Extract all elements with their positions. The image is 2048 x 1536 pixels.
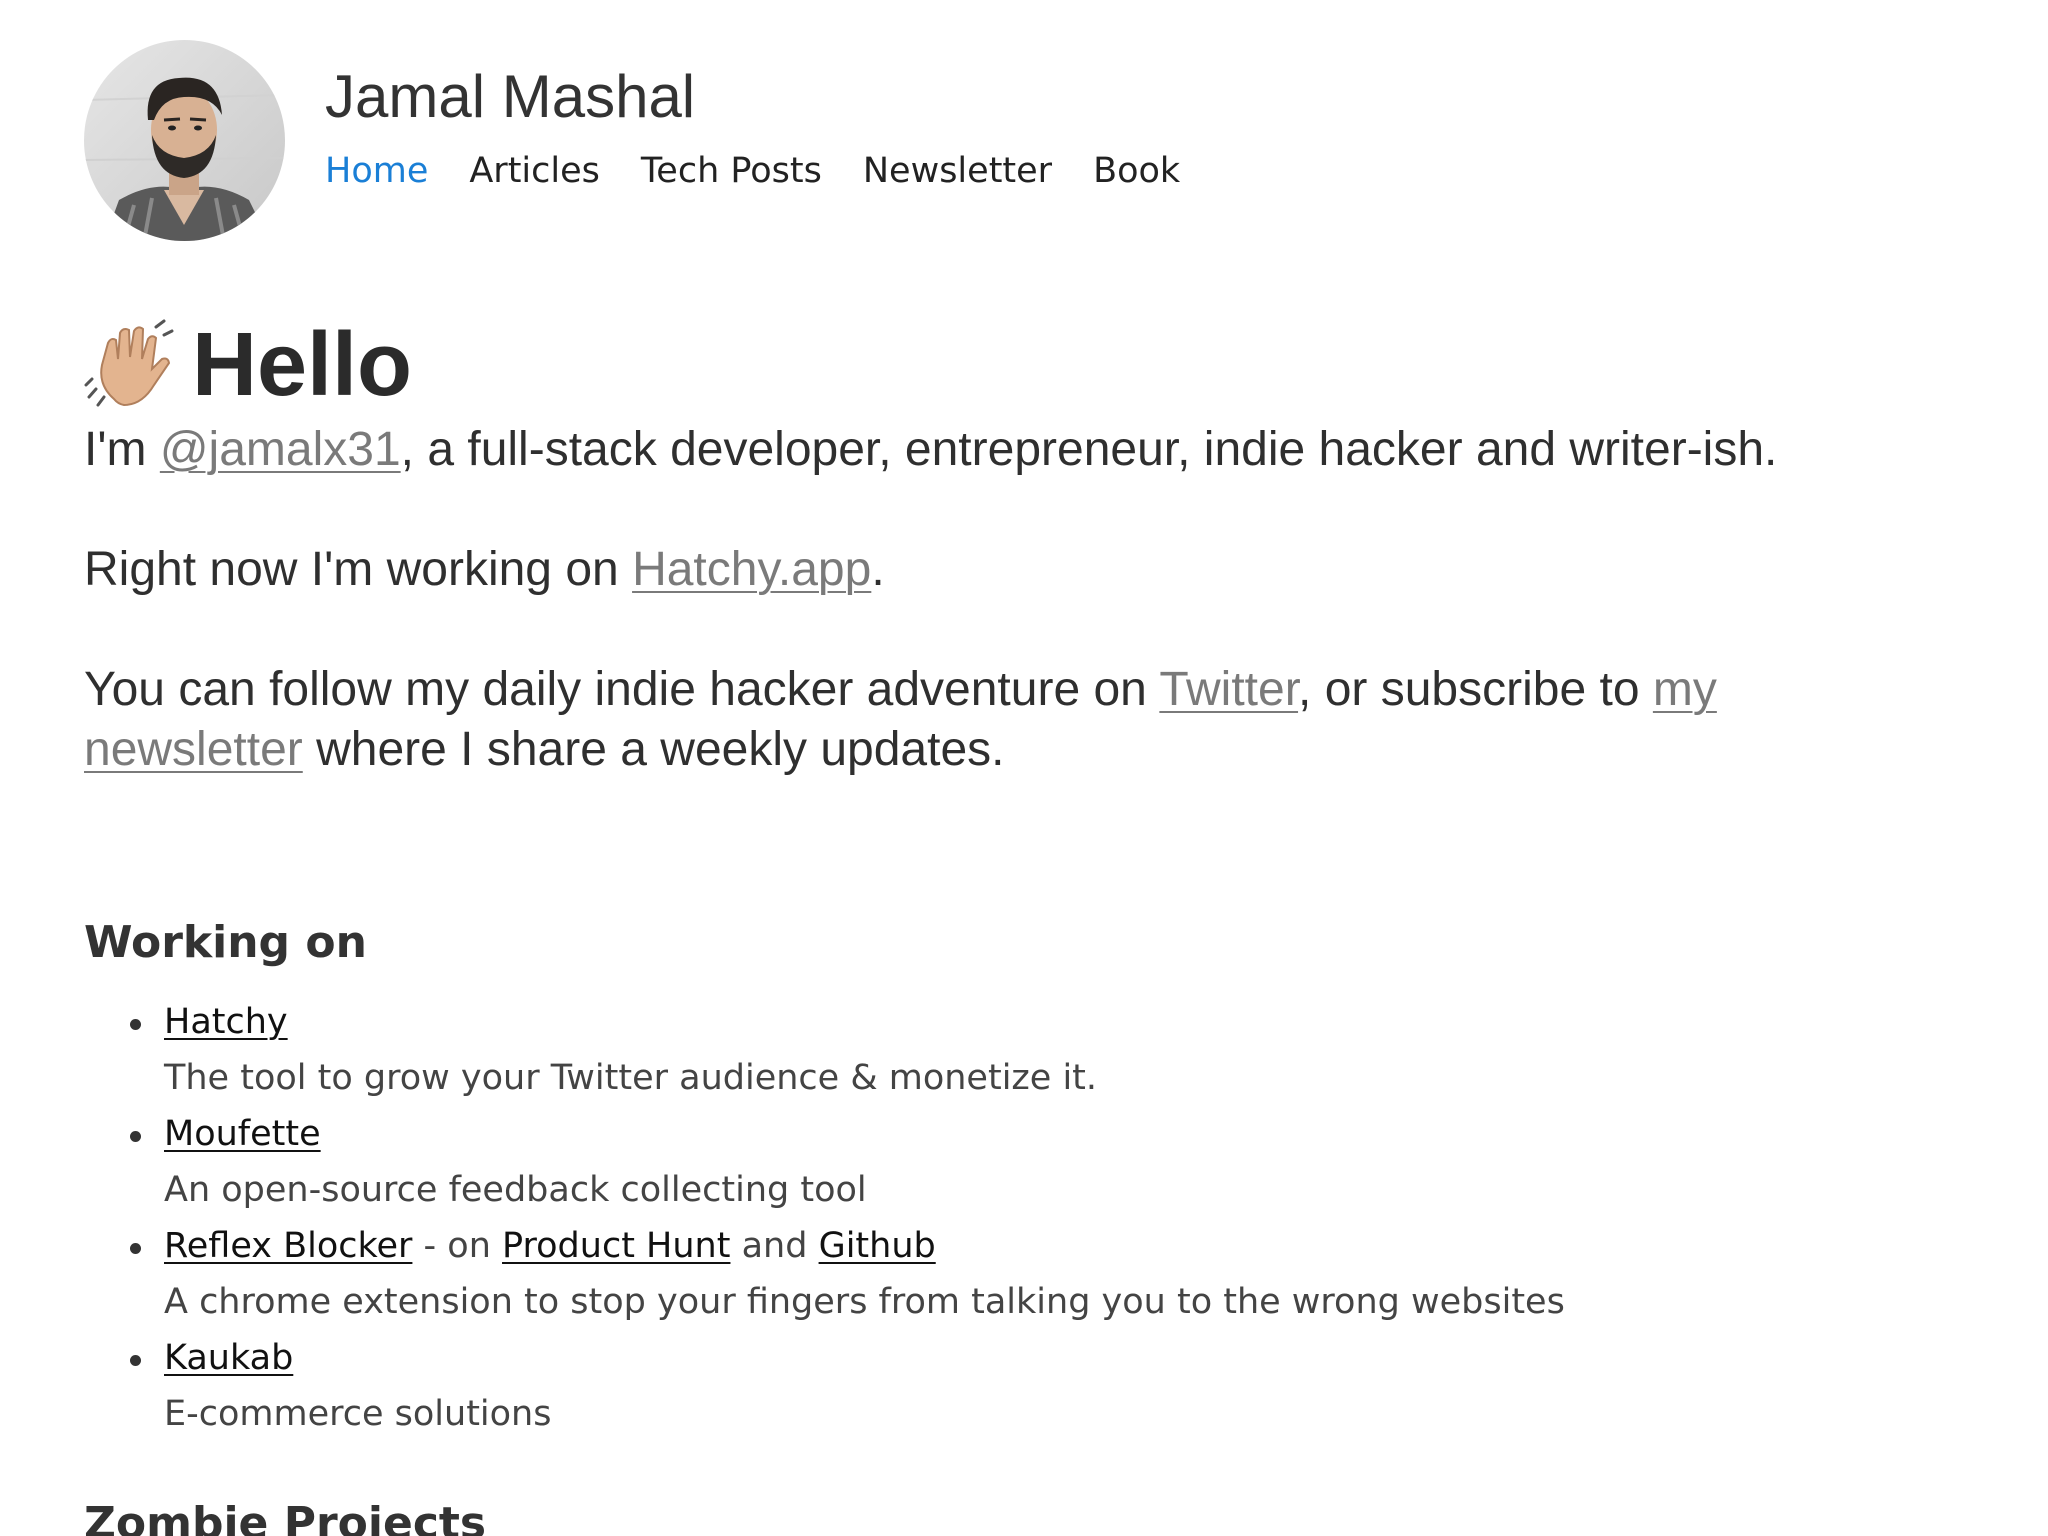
working-on-section: Working on Hatchy The tool to grow your … (84, 915, 1964, 1441)
avatar[interactable] (84, 40, 285, 241)
hatchy-app-link[interactable]: Hatchy.app (632, 543, 871, 596)
intro-paragraph-3: You can follow my daily indie hacker adv… (84, 660, 1784, 780)
working-on-heading: Working on (84, 917, 367, 968)
intro-text: where I share a weekly updates. (302, 723, 1005, 776)
intro-text: Right now I'm working on (84, 543, 633, 596)
header-text: Jamal Mashal Home Articles Tech Posts Ne… (325, 40, 1221, 193)
hello-text: Hello (192, 315, 413, 415)
twitter-handle-link[interactable]: @jamalx31 (160, 423, 401, 476)
intro-section: Hello I'm @jamalx31, a full-stack develo… (84, 310, 1964, 780)
project-extra-text: - on (412, 1226, 503, 1266)
project-description: The tool to grow your Twitter audience &… (164, 1058, 1098, 1098)
page: Jamal Mashal Home Articles Tech Posts Ne… (0, 0, 2048, 1536)
intro-text: , or subscribe to (1298, 663, 1653, 716)
project-link-kaukab[interactable]: Kaukab (164, 1338, 293, 1378)
intro-text: I'm (84, 423, 160, 476)
nav-book[interactable]: Book (1093, 149, 1180, 193)
site-header: Jamal Mashal Home Articles Tech Posts Ne… (84, 40, 1221, 241)
hello-heading: Hello (84, 310, 1964, 420)
intro-text: . (871, 543, 885, 596)
project-description: E-commerce solutions (164, 1394, 552, 1434)
nav-home[interactable]: Home (325, 149, 428, 193)
profile-photo-icon (84, 40, 285, 241)
nav-newsletter[interactable]: Newsletter (863, 149, 1052, 193)
project-link-hatchy[interactable]: Hatchy (164, 1002, 288, 1042)
project-description: A chrome extension to stop your fingers … (164, 1282, 1565, 1322)
list-item: Kaukab E-commerce solutions (130, 1329, 1964, 1441)
intro-paragraph-1: I'm @jamalx31, a full-stack developer, e… (84, 420, 1784, 480)
main-nav: Home Articles Tech Posts Newsletter Book (325, 149, 1221, 193)
list-item: Moufette An open-source feedback collect… (130, 1105, 1964, 1217)
waving-hand-icon (84, 319, 174, 407)
zombie-projects-heading: Zombie Projects (84, 1498, 487, 1536)
twitter-link[interactable]: Twitter (1159, 663, 1298, 716)
product-hunt-link[interactable]: Product Hunt (502, 1226, 730, 1266)
intro-text: , a full-stack developer, entrepreneur, … (400, 423, 1778, 476)
list-item: Hatchy The tool to grow your Twitter aud… (130, 993, 1964, 1105)
github-link[interactable]: Github (819, 1226, 936, 1266)
nav-articles[interactable]: Articles (469, 149, 600, 193)
project-extra-text: and (730, 1226, 819, 1266)
intro-paragraph-2: Right now I'm working on Hatchy.app. (84, 540, 1784, 600)
project-description: An open-source feedback collecting tool (164, 1170, 867, 1210)
nav-tech-posts[interactable]: Tech Posts (641, 149, 822, 193)
intro-text: You can follow my daily indie hacker adv… (84, 663, 1160, 716)
list-item: Reflex Blocker - on Product Hunt and Git… (130, 1217, 1964, 1329)
project-link-moufette[interactable]: Moufette (164, 1114, 321, 1154)
project-list: Hatchy The tool to grow your Twitter aud… (84, 993, 1964, 1441)
site-title[interactable]: Jamal Mashal (325, 62, 1221, 132)
project-link-reflex-blocker[interactable]: Reflex Blocker (164, 1226, 412, 1266)
